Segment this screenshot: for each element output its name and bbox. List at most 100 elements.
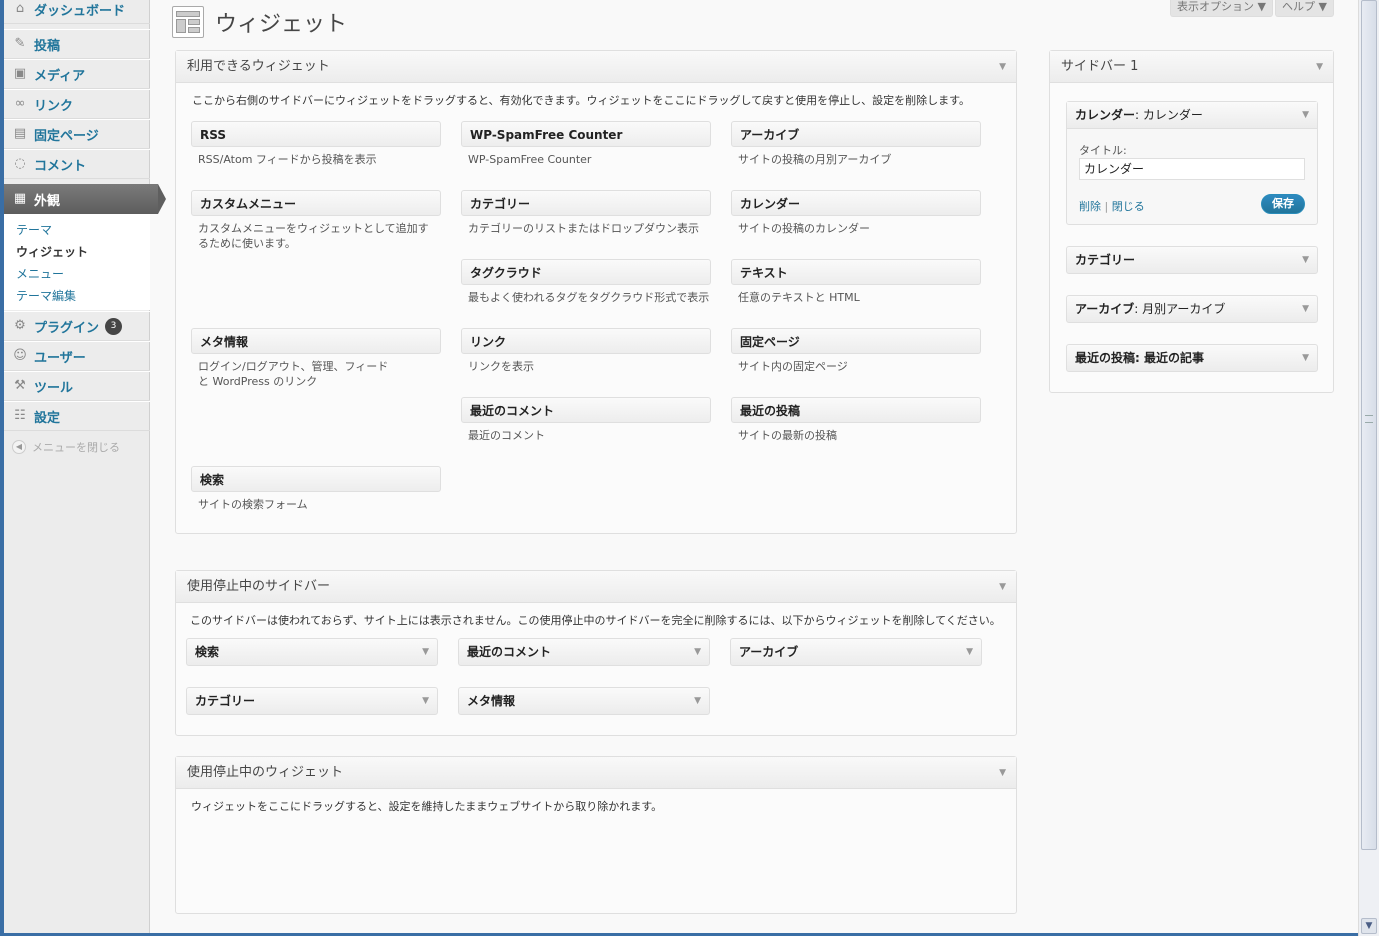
- menu-comments[interactable]: ◌ コメント: [4, 149, 150, 179]
- collapse-menu[interactable]: ◀ メニューを閉じる: [12, 439, 120, 455]
- available-widget[interactable]: テキスト 任意のテキストと HTML: [731, 259, 981, 305]
- widget-title[interactable]: 最近の投稿: [731, 397, 981, 423]
- widget-control-links: 削除 | 閉じる: [1079, 198, 1145, 214]
- widget-name: 最近の投稿: [1075, 351, 1136, 365]
- menu-media-label: メディア: [34, 68, 86, 84]
- submenu-widgets[interactable]: ウィジェット: [16, 243, 88, 260]
- inactive-sidebar-widget[interactable]: 検索 ▼: [186, 638, 438, 666]
- widget-toggle-arrow-icon[interactable]: ▼: [1302, 102, 1309, 129]
- page-title: ウィジェット: [215, 12, 348, 37]
- inactive-widgets-title: 使用停止中のウィジェット: [187, 765, 344, 780]
- widget-toggle-arrow-icon[interactable]: ▼: [1302, 345, 1309, 371]
- widget-title[interactable]: メタ情報: [191, 328, 441, 354]
- widget-title[interactable]: リンク: [461, 328, 711, 354]
- available-widget[interactable]: カテゴリーカテゴリーのリストまたはドロップダウン表示: [461, 190, 711, 236]
- vertical-scrollbar[interactable]: ▼: [1358, 0, 1379, 936]
- available-widgets-header[interactable]: 利用できるウィジェット ▼: [176, 51, 1016, 83]
- menu-dashboard-label: ダッシュボード: [34, 3, 126, 19]
- widget-title[interactable]: テキスト: [731, 259, 981, 285]
- widget-toggle-arrow-icon[interactable]: ▼: [966, 639, 973, 665]
- inactive-sidebar-header[interactable]: 使用停止中のサイドバー ▼: [176, 571, 1016, 603]
- available-widget[interactable]: 最近のコメント 最近のコメント: [461, 397, 711, 443]
- toggle-arrow-icon[interactable]: ▼: [999, 757, 1006, 789]
- widget-title[interactable]: WP-SpamFree Counter: [461, 121, 711, 147]
- help-button[interactable]: ヘルプ ▼: [1275, 0, 1334, 17]
- widget-title[interactable]: 最近のコメント: [461, 397, 711, 423]
- widget-title[interactable]: カスタムメニュー: [191, 190, 441, 216]
- inactive-sidebar-widget[interactable]: アーカイブ ▼: [730, 638, 982, 666]
- inactive-widgets-header[interactable]: 使用停止中のウィジェット ▼: [176, 757, 1016, 789]
- inactive-sidebar-widget[interactable]: メタ情報 ▼: [458, 687, 710, 715]
- menu-plugins[interactable]: ⚙ プラグイン 3: [4, 311, 150, 341]
- sidebar-widget[interactable]: カテゴリー ▼: [1066, 246, 1318, 274]
- inactive-sidebar-widget[interactable]: カテゴリー ▼: [186, 687, 438, 715]
- available-widget[interactable]: 最近の投稿 サイトの最新の投稿: [731, 397, 981, 443]
- widget-instance-title: : 月別アーカイブ: [1134, 302, 1226, 316]
- menu-pages-label: 固定ページ: [34, 128, 99, 144]
- available-widget[interactable]: 固定ページサイト内の固定ページ: [731, 328, 981, 374]
- menu-tools[interactable]: ⚒ ツール: [4, 371, 150, 401]
- delete-link[interactable]: 削除: [1079, 200, 1101, 213]
- submenu-themes[interactable]: テーマ: [16, 221, 52, 238]
- widget-title[interactable]: カレンダー: [731, 190, 981, 216]
- toggle-arrow-icon[interactable]: ▼: [1316, 51, 1323, 83]
- inactive-widgets-panel[interactable]: 使用停止中のウィジェット ▼ ウィジェットをここにドラッグすると、設定を維持したま…: [175, 756, 1017, 914]
- sidebar-widget[interactable]: 最近の投稿: 最近の記事 ▼: [1066, 344, 1318, 372]
- widget-title[interactable]: 固定ページ: [731, 328, 981, 354]
- available-widget[interactable]: メタ情報 ログイン/ログアウト、管理、フィードと WordPress のリンク: [191, 328, 441, 389]
- widget-toggle-arrow-icon[interactable]: ▼: [422, 639, 429, 665]
- scroll-down-arrow-icon[interactable]: ▼: [1361, 918, 1377, 934]
- widget-instance-title: : 最近の記事: [1135, 351, 1204, 365]
- scrollbar-thumb[interactable]: [1361, 0, 1377, 850]
- widget-title[interactable]: RSS: [191, 121, 441, 147]
- submenu-theme-editor[interactable]: テーマ編集: [16, 287, 76, 304]
- widget-description: WP-SpamFree Counter: [468, 153, 592, 166]
- title-input[interactable]: カレンダー: [1079, 158, 1305, 180]
- widget-toggle-arrow-icon[interactable]: ▼: [694, 639, 701, 665]
- plugins-update-badge: 3: [105, 317, 123, 335]
- widget-title[interactable]: カテゴリー: [461, 190, 711, 216]
- page-icon: ▤: [13, 126, 27, 141]
- widget-toggle-arrow-icon[interactable]: ▼: [422, 688, 429, 714]
- menu-pages[interactable]: ▤ 固定ページ: [4, 119, 150, 149]
- available-widget[interactable]: 検索 サイトの検索フォーム: [191, 466, 441, 512]
- sidebar-widget[interactable]: アーカイブ: 月別アーカイブ ▼: [1066, 295, 1318, 323]
- available-widget[interactable]: WP-SpamFree Counter WP-SpamFree Counter: [461, 121, 711, 167]
- menu-links[interactable]: ∞ リンク: [4, 89, 150, 119]
- menu-dashboard[interactable]: ⌂ ダッシュボード: [4, 0, 150, 24]
- menu-users[interactable]: ☺ ユーザー: [4, 341, 150, 371]
- available-widget[interactable]: RSS RSS/Atom フィードから投稿を表示: [191, 121, 441, 167]
- sidebar-1-header[interactable]: サイドバー 1 ▼: [1050, 51, 1333, 83]
- widget-instance-title: : カレンダー: [1135, 108, 1203, 122]
- widget-title[interactable]: タグクラウド: [461, 259, 711, 285]
- close-link[interactable]: 閉じる: [1112, 200, 1145, 213]
- widget-description: サイトの投稿の月別アーカイブ: [738, 153, 892, 166]
- available-widget[interactable]: カスタムメニュー カスタムメニューをウィジェットとして追加するために使います。: [191, 190, 441, 251]
- menu-settings[interactable]: ☷ 設定: [4, 401, 150, 431]
- available-widget[interactable]: カレンダーサイトの投稿のカレンダー: [731, 190, 981, 236]
- calendar-widget-header[interactable]: カレンダー: カレンダー ▼: [1067, 102, 1317, 129]
- menu-users-label: ユーザー: [34, 350, 86, 366]
- available-widget[interactable]: リンク リンクを表示: [461, 328, 711, 374]
- toggle-arrow-icon[interactable]: ▼: [999, 51, 1006, 83]
- screen-options-button[interactable]: 表示オプション ▼: [1170, 0, 1273, 17]
- toggle-arrow-icon[interactable]: ▼: [999, 571, 1006, 603]
- widget-description: サイトの投稿のカレンダー: [738, 222, 870, 235]
- submenu-menus[interactable]: メニュー: [16, 265, 64, 282]
- widget-toggle-arrow-icon[interactable]: ▼: [1302, 247, 1309, 273]
- widget-description: サイト内の固定ページ: [738, 360, 848, 373]
- widget-toggle-arrow-icon[interactable]: ▼: [1302, 296, 1309, 322]
- menu-appearance[interactable]: ▦ 外観: [4, 184, 166, 214]
- menu-media[interactable]: ▣ メディア: [4, 59, 150, 89]
- menu-posts[interactable]: ✎ 投稿: [4, 29, 150, 59]
- widget-title[interactable]: アーカイブ: [731, 121, 981, 147]
- widget-title[interactable]: 検索: [191, 466, 441, 492]
- users-icon: ☺: [13, 348, 27, 363]
- inactive-sidebar-widget[interactable]: 最近のコメント ▼: [458, 638, 710, 666]
- widget-toggle-arrow-icon[interactable]: ▼: [694, 688, 701, 714]
- available-widget[interactable]: タグクラウド 最もよく使われるタグをタグクラウド形式で表示: [461, 259, 711, 305]
- widget-title: アーカイブ: [739, 645, 799, 659]
- save-button[interactable]: 保存: [1261, 194, 1305, 214]
- widget-description: カテゴリーのリストまたはドロップダウン表示: [468, 222, 699, 235]
- available-widget[interactable]: アーカイブサイトの投稿の月別アーカイブ: [731, 121, 981, 167]
